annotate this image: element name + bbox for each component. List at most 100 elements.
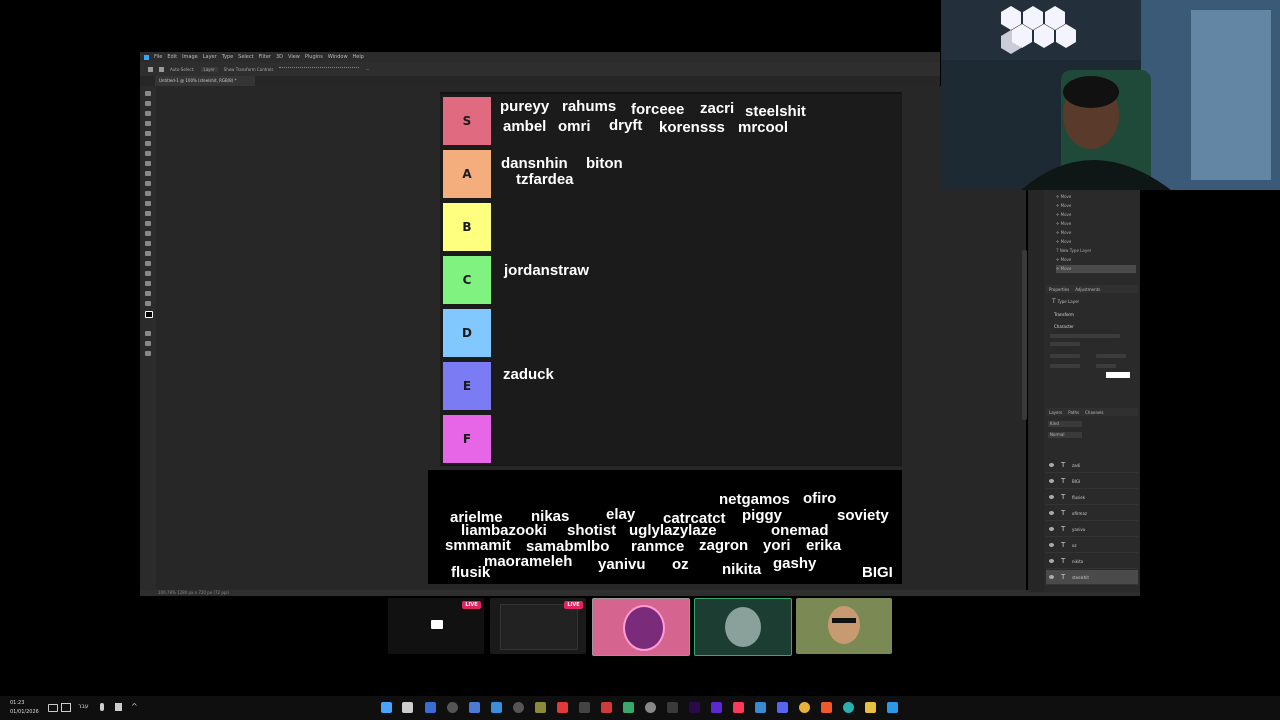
app-icon[interactable] — [711, 702, 722, 713]
marquee-tool-icon[interactable] — [145, 101, 151, 106]
kerning-field[interactable] — [1050, 364, 1080, 368]
settings-gear-icon[interactable] — [645, 702, 656, 713]
pool-name[interactable]: ranmce — [631, 538, 684, 555]
layer-row[interactable]: T BIGI — [1046, 474, 1138, 489]
premiere-app-icon[interactable] — [689, 702, 700, 713]
tier-name[interactable]: dryft — [609, 117, 642, 134]
vscode-app-icon[interactable] — [425, 702, 436, 713]
speaker-icon[interactable] — [48, 704, 58, 712]
pool-name[interactable]: soviety — [837, 507, 889, 524]
discord-app-icon[interactable] — [777, 702, 788, 713]
app-icon[interactable] — [755, 702, 766, 713]
foreground-color-icon[interactable] — [145, 311, 153, 318]
auto-select-target[interactable]: Layer — [200, 66, 218, 72]
healing-brush-icon[interactable] — [145, 161, 151, 166]
layer-row[interactable]: Tflusiek — [1046, 490, 1138, 505]
tier-name[interactable]: ambel — [503, 118, 546, 135]
visibility-eye-icon[interactable] — [1049, 527, 1054, 531]
app-icon[interactable] — [469, 702, 480, 713]
crop-tool-icon[interactable] — [145, 131, 151, 136]
menu-filter[interactable]: Filter — [259, 54, 271, 60]
app-icon[interactable] — [513, 702, 524, 713]
clock-time[interactable]: 01:23 — [10, 700, 24, 706]
move-tool-icon[interactable] — [145, 91, 151, 96]
pool-name[interactable]: oz — [672, 556, 689, 573]
tab-adjustments[interactable]: Adjustments — [1075, 287, 1100, 292]
pool-name[interactable]: gashy — [773, 555, 816, 572]
app-icon[interactable] — [601, 702, 612, 713]
usb-icon[interactable] — [115, 703, 122, 711]
font-size-field[interactable] — [1050, 354, 1080, 358]
text-color-swatch[interactable] — [1106, 372, 1130, 378]
more-tools-icon[interactable] — [145, 301, 151, 306]
visibility-eye-icon[interactable] — [1049, 479, 1054, 483]
more-icon[interactable]: ··· — [365, 67, 369, 72]
chrome-app-icon[interactable] — [799, 702, 810, 713]
visibility-eye-icon[interactable] — [1049, 495, 1054, 499]
obs-app-icon[interactable] — [447, 702, 458, 713]
tier-name[interactable]: tzfardea — [516, 171, 574, 188]
music-app-icon[interactable] — [733, 702, 744, 713]
participant-tile-screen[interactable]: LIVE — [388, 598, 484, 654]
tier-name[interactable]: biton — [586, 155, 623, 172]
screen-mode-icon[interactable] — [145, 341, 151, 346]
frame-tool-icon[interactable] — [145, 141, 151, 146]
pool-name[interactable]: flusik — [451, 564, 490, 581]
tab-channels[interactable]: Channels — [1085, 410, 1104, 415]
history-item[interactable]: ✢ Move — [1056, 238, 1136, 246]
show-transform-checkbox[interactable]: Show Transform Controls — [224, 67, 274, 72]
participant-tile[interactable] — [592, 598, 690, 656]
brush-tool-icon[interactable] — [145, 171, 151, 176]
history-item-current[interactable]: ✢ Move — [1056, 265, 1136, 273]
tab-properties[interactable]: Properties — [1049, 287, 1069, 292]
menu-edit[interactable]: Edit — [167, 54, 177, 60]
layer-row[interactable]: Tzadi — [1046, 458, 1138, 473]
chevron-up-icon[interactable]: ^ — [131, 702, 138, 711]
tab-paths[interactable]: Paths — [1068, 410, 1079, 415]
menu-file[interactable]: File — [154, 54, 162, 60]
participant-tile[interactable] — [694, 598, 792, 656]
network-icon[interactable] — [61, 703, 71, 712]
app-icon[interactable] — [623, 702, 634, 713]
stamp-tool-icon[interactable] — [145, 181, 151, 186]
visibility-eye-icon[interactable] — [1049, 543, 1054, 547]
history-item[interactable]: ✢ Move — [1056, 229, 1136, 237]
minecraft-app-icon[interactable] — [535, 702, 546, 713]
folder-app-icon[interactable] — [865, 702, 876, 713]
blur-tool-icon[interactable] — [145, 221, 151, 226]
font-style-select[interactable] — [1050, 342, 1080, 346]
visibility-eye-icon[interactable] — [1049, 511, 1054, 515]
align-icons[interactable] — [279, 67, 360, 71]
history-item[interactable]: ✢ Move — [1056, 256, 1136, 264]
app-icon[interactable] — [491, 702, 502, 713]
visibility-eye-icon[interactable] — [1049, 463, 1054, 467]
menu-image[interactable]: Image — [182, 54, 198, 60]
tier-name[interactable]: pureyy — [500, 98, 549, 115]
pool-name[interactable]: yanivu — [598, 556, 646, 573]
participant-tile[interactable] — [796, 598, 892, 654]
participant-tile-stream[interactable]: LIVE — [490, 598, 586, 654]
move-tool-icon[interactable] — [159, 66, 164, 72]
history-brush-icon[interactable] — [145, 191, 151, 196]
pool-name[interactable]: shotist — [567, 522, 616, 539]
tier-name[interactable]: zacri — [700, 100, 734, 117]
pool-name[interactable]: maorameleh — [484, 553, 572, 570]
layer-row[interactable]: Tnikita — [1046, 554, 1138, 569]
history-item[interactable]: T New Type Layer — [1056, 247, 1136, 255]
leading-field[interactable] — [1096, 354, 1126, 358]
layer-filter-kind[interactable]: Kind — [1048, 421, 1082, 427]
pool-name[interactable]: ofiro — [803, 490, 836, 507]
tier-name[interactable]: zaduck — [503, 366, 554, 383]
menu-window[interactable]: Window — [328, 54, 348, 60]
menu-type[interactable]: Type — [222, 54, 233, 60]
type-tool-icon[interactable] — [145, 251, 151, 256]
home-icon[interactable] — [148, 66, 153, 72]
history-item[interactable]: ✢ Move — [1056, 211, 1136, 219]
brave-app-icon[interactable] — [821, 702, 832, 713]
tier-name[interactable]: mrcool — [738, 119, 788, 136]
quick-mask-icon[interactable] — [145, 331, 151, 336]
menu-help[interactable]: Help — [353, 54, 364, 60]
tier-name[interactable]: jordanstraw — [504, 262, 589, 279]
pool-name[interactable]: elay — [606, 506, 635, 523]
zoom-tool-icon[interactable] — [145, 291, 151, 296]
